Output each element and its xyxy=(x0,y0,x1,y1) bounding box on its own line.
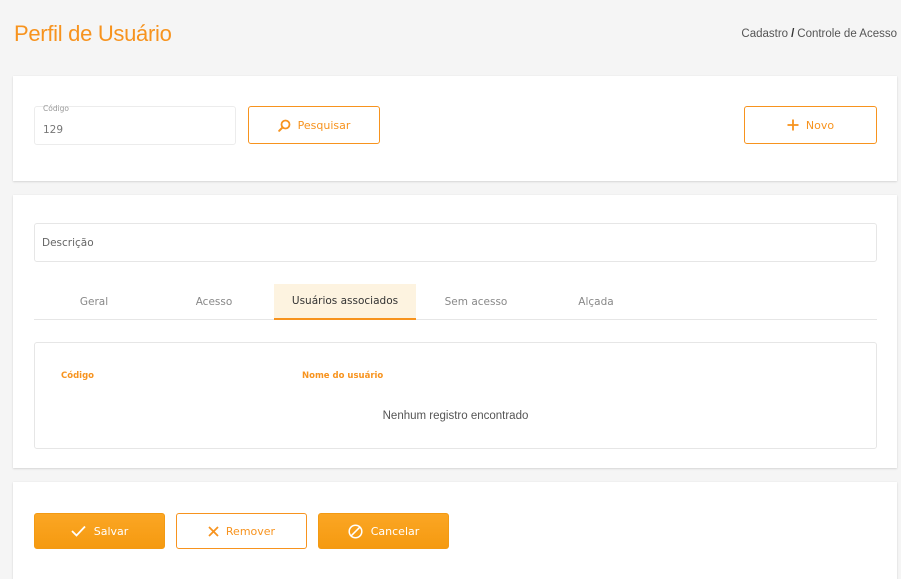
breadcrumb: Cadastro / Controle de Acesso xyxy=(741,28,897,40)
save-button[interactable]: Salvar xyxy=(34,513,165,549)
code-field-label: Código xyxy=(43,104,70,113)
column-header-codigo[interactable]: Código xyxy=(61,371,94,381)
new-button-label: Novo xyxy=(805,118,835,132)
breadcrumb-current: Controle de Acesso xyxy=(797,28,897,40)
check-icon xyxy=(71,525,86,537)
tab-bar: Geral Acesso Usuários associados Sem ace… xyxy=(34,284,877,320)
breadcrumb-parent[interactable]: Cadastro xyxy=(741,28,788,40)
breadcrumb-separator: / xyxy=(791,28,795,40)
empty-table-message: Nenhum registro encontrado xyxy=(382,410,529,422)
tab-geral[interactable]: Geral xyxy=(34,284,154,320)
tab-alcada[interactable]: Alçada xyxy=(536,284,656,320)
column-header-nome-usuario[interactable]: Nome do usuário xyxy=(302,371,383,381)
cancel-button[interactable]: Cancelar xyxy=(318,513,449,549)
search-button-label: Pesquisar xyxy=(297,118,351,132)
search-icon xyxy=(277,119,291,132)
associated-users-table: Código Nome do usuário Nenhum registro e… xyxy=(34,342,877,449)
profile-card: Descrição Geral Acesso Usuários associad… xyxy=(13,195,897,468)
cancel-button-label: Cancelar xyxy=(370,524,420,538)
tab-usuarios-associados[interactable]: Usuários associados xyxy=(274,284,416,320)
tab-sem-acesso[interactable]: Sem acesso xyxy=(416,284,536,320)
close-icon xyxy=(208,525,219,537)
new-button[interactable]: Novo xyxy=(744,106,877,144)
remove-button-label: Remover xyxy=(225,524,276,538)
code-field[interactable]: Código 129 xyxy=(34,104,236,145)
code-field-value[interactable]: 129 xyxy=(43,124,63,136)
save-button-label: Salvar xyxy=(93,524,129,538)
search-button[interactable]: Pesquisar xyxy=(248,106,380,144)
actions-card: Salvar Remover Cancelar xyxy=(13,482,897,579)
page-title: Perfil de Usuário xyxy=(14,21,172,46)
remove-button[interactable]: Remover xyxy=(176,513,307,549)
page: Perfil de Usuário Cadastro / Controle de A… xyxy=(0,0,901,579)
description-input[interactable]: Descrição xyxy=(34,223,877,262)
search-card: Código 129 Pesquisar Novo xyxy=(13,76,897,181)
plus-icon xyxy=(787,119,799,131)
tab-acesso[interactable]: Acesso xyxy=(154,284,274,320)
ban-icon xyxy=(348,523,363,539)
